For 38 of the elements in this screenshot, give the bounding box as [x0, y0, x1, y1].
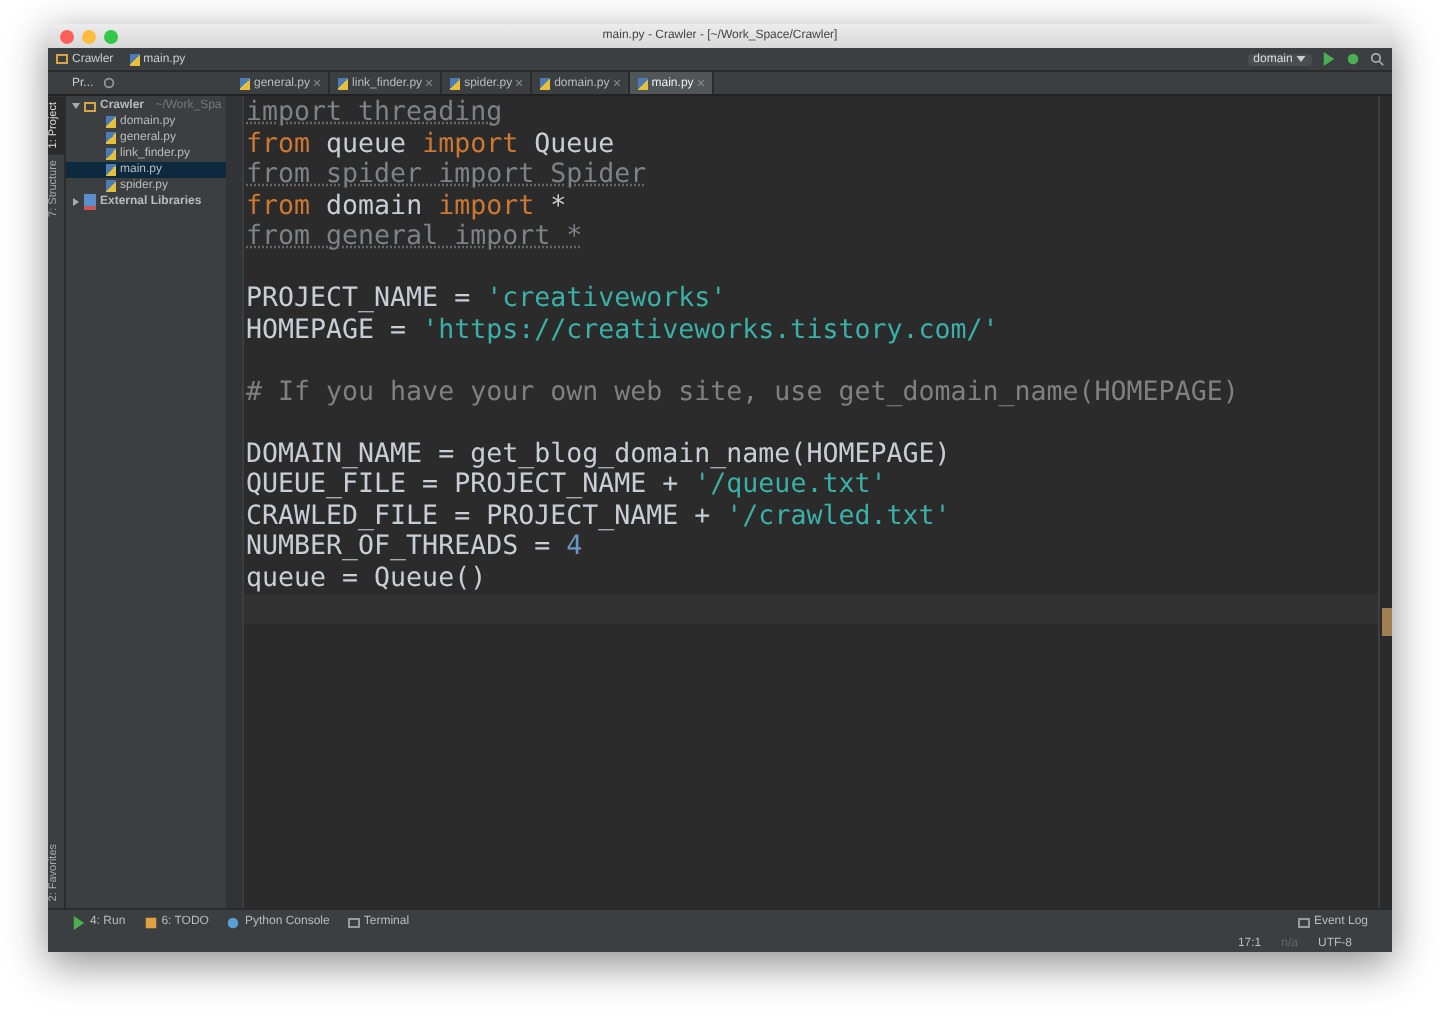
code-token: from — [246, 129, 311, 159]
code-token: '/queue.txt' — [694, 470, 887, 500]
collapsed-arrow-icon[interactable] — [72, 198, 80, 206]
code-token: NUMBER_OF_THREADS = — [246, 532, 553, 562]
code-token: queue — [324, 129, 409, 159]
code-token: domain — [324, 191, 425, 221]
code-token: queue = Queue() — [246, 563, 487, 593]
close-icon[interactable] — [613, 80, 620, 86]
expanded-arrow-icon[interactable] — [72, 102, 80, 110]
code-token: PROJECT_NAME = — [246, 284, 473, 314]
run-icon — [72, 915, 86, 929]
code-token: * — [548, 191, 567, 221]
code-token: from — [246, 191, 311, 221]
close-icon[interactable] — [426, 80, 433, 86]
code-token: import — [438, 191, 535, 221]
run-icon[interactable] — [1322, 52, 1336, 66]
code-token: from spider import Spider — [246, 160, 647, 190]
code-token: Queue — [532, 129, 615, 159]
close-icon[interactable] — [516, 80, 523, 86]
code-token: # If you have your own web site, use get_domain_name(HOMEPAGE) — [246, 377, 1239, 407]
code-token: '/crawled.txt' — [726, 501, 951, 531]
code-token: HOMEPAGE = — [246, 315, 409, 345]
close-icon[interactable] — [314, 80, 321, 86]
code-token: from general import * — [246, 222, 583, 252]
code-token: import — [422, 129, 519, 159]
caret-icon — [1296, 55, 1306, 61]
code-token: DOMAIN_NAME = get_blog_domain_name(HOMEPAGE) — [246, 439, 951, 469]
code-token: import threading — [246, 98, 503, 128]
search-icon[interactable] — [1370, 52, 1384, 66]
code-token: QUEUE_FILE = PROJECT_NAME + — [246, 470, 681, 500]
close-icon[interactable] — [697, 80, 704, 86]
close-button[interactable] — [60, 29, 74, 43]
code-token: CRAWLED_FILE = PROJECT_NAME + — [246, 501, 713, 531]
zoom-button[interactable] — [104, 29, 118, 43]
code-token: 'https://creativeworks.tistory.com/' — [422, 315, 999, 345]
warning-marker — [1381, 608, 1391, 636]
code-token: 'creativeworks' — [486, 284, 727, 314]
code-token: 4 — [566, 532, 583, 562]
